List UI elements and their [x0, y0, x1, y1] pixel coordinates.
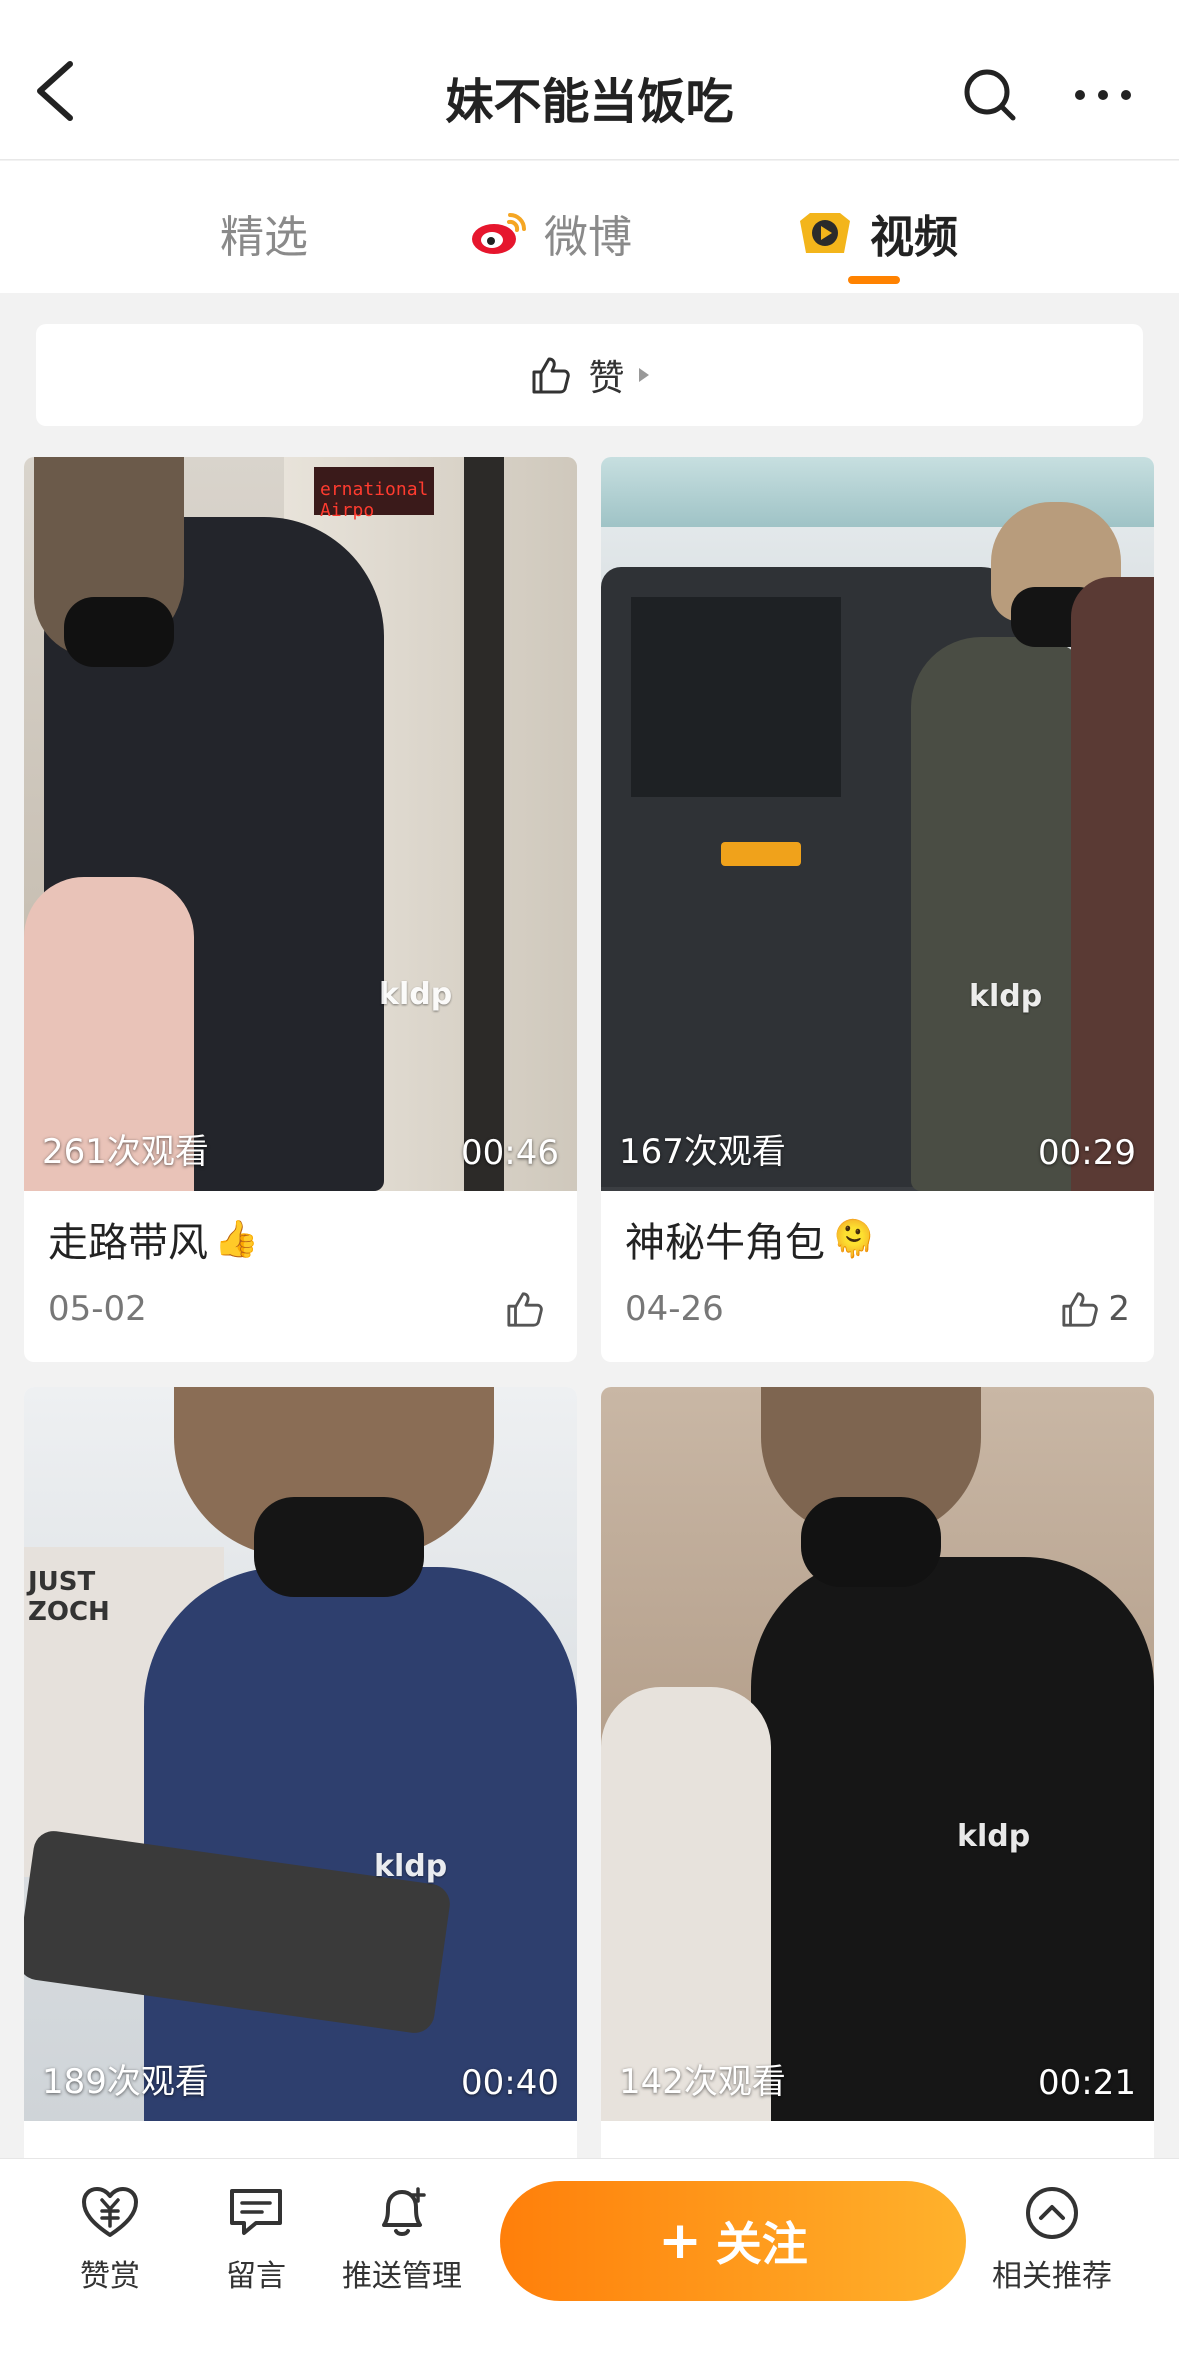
comment-label: 留言 [226, 2259, 286, 2294]
related-recommend-label: 相关推荐 [992, 2259, 1112, 2294]
video-thumbnail[interactable]: JUST ZOCH kldp 189次观看 00:40 [24, 1387, 577, 2121]
video-thumbnail[interactable]: kldp 142次观看 00:21 [601, 1387, 1154, 2121]
watermark: kldp [379, 977, 453, 1012]
video-thumbnail[interactable]: kldp 167次观看 00:29 [601, 457, 1154, 1191]
search-icon[interactable] [955, 60, 1025, 130]
title-emoji: 👍 [214, 1219, 259, 1260]
thumbs-up-icon [532, 357, 571, 394]
reward-button[interactable]: 赞赏 [40, 2183, 180, 2295]
heart-yuan-icon [82, 2187, 138, 2237]
reward-label: 赞赏 [80, 2259, 140, 2294]
active-tab-indicator [848, 276, 900, 284]
push-settings-button[interactable]: 推送管理 [332, 2183, 472, 2295]
message-bubble-icon [230, 2189, 282, 2235]
content-tabs: 精选 微博 视频 [0, 161, 1179, 293]
video-card[interactable]: kldp 167次观看 00:29 神秘牛角包 🫠 04-26 2 [601, 457, 1154, 1362]
chevron-up-circle-icon [1026, 2187, 1078, 2239]
video-duration: 00:46 [461, 1133, 559, 1173]
bell-plus-icon [382, 2187, 426, 2236]
van-sticker [721, 842, 801, 866]
caret-right-icon [638, 368, 649, 382]
tab-video[interactable]: 视频 [796, 203, 958, 263]
face-mask [64, 597, 174, 667]
tab-featured[interactable]: 精选 [220, 203, 308, 263]
tab-label: 精选 [220, 212, 308, 263]
related-recommend-button[interactable]: 相关推荐 [982, 2183, 1122, 2295]
title-emoji: 🫠 [831, 1219, 876, 1260]
video-card[interactable]: ernational Airpo kldp 261次观看 00:46 走路带风 … [24, 457, 577, 1362]
more-options-icon[interactable] [1068, 60, 1138, 130]
follow-button[interactable]: + 关注 [500, 2181, 966, 2301]
foreground-hair [1071, 577, 1154, 1191]
plus-icon: + [658, 2211, 702, 2271]
watermark: kldp [957, 1819, 1031, 1854]
video-thumbnail[interactable]: ernational Airpo kldp 261次观看 00:46 [24, 457, 577, 1191]
view-count: 167次观看 [619, 1132, 786, 1172]
face-mask [801, 1497, 941, 1587]
video-duration: 00:29 [1038, 1133, 1136, 1173]
weibo-logo-icon [472, 213, 526, 254]
comment-button[interactable]: 留言 [186, 2183, 326, 2295]
watermark: kldp [374, 1849, 448, 1884]
liked-label: 赞 [588, 358, 625, 399]
video-card[interactable]: kldp 142次观看 00:21 [601, 1387, 1154, 2167]
watermark: kldp [969, 979, 1043, 1014]
video-duration: 00:21 [1038, 2063, 1136, 2103]
video-badge-icon [800, 213, 850, 253]
video-title-text: 走路带风 [48, 1220, 208, 1266]
video-date: 04-26 [625, 1289, 724, 1329]
video-duration: 00:40 [461, 2063, 559, 2103]
thumbs-up-icon [507, 1292, 543, 1327]
video-date: 05-02 [48, 1289, 147, 1329]
video-meta: 05-02 [24, 1269, 577, 1349]
like-count: 2 [1108, 1289, 1130, 1329]
push-settings-label: 推送管理 [342, 2259, 462, 2294]
video-title: 走路带风 👍 [24, 1191, 577, 1269]
video-title: 神秘牛角包 🫠 [601, 1191, 1154, 1269]
airport-sign: ernational Airpo [314, 467, 434, 521]
top-nav-bar: 妹不能当饭吃 [0, 0, 1179, 160]
bottom-action-bar: 赞赏 留言 推送管理 + 关注 相关推荐 [0, 2158, 1179, 2365]
person-black-coat [751, 1557, 1154, 2121]
store-sign: JUST ZOCH [28, 1567, 110, 1627]
video-title-text: 神秘牛角包 [625, 1220, 825, 1266]
person-blue-shirt [144, 1567, 577, 2121]
view-count: 189次观看 [42, 2062, 209, 2102]
tab-weibo[interactable]: 微博 [470, 203, 632, 263]
face-mask [254, 1497, 424, 1597]
liked-filter-bar[interactable]: 赞 [36, 324, 1143, 426]
video-card[interactable]: JUST ZOCH kldp 189次观看 00:40 [24, 1387, 577, 2167]
tab-label: 微博 [544, 212, 632, 263]
like-button[interactable] [505, 1290, 553, 1328]
view-count: 261次观看 [42, 1132, 209, 1172]
van-window [631, 597, 841, 797]
view-count: 142次观看 [619, 2062, 786, 2102]
video-meta: 04-26 2 [601, 1269, 1154, 1349]
follow-label: 关注 [715, 2217, 808, 2271]
door-frame [464, 457, 504, 1191]
thumbs-up-icon [1062, 1292, 1099, 1327]
tab-label: 视频 [870, 212, 958, 263]
like-button[interactable]: 2 [1060, 1289, 1130, 1329]
